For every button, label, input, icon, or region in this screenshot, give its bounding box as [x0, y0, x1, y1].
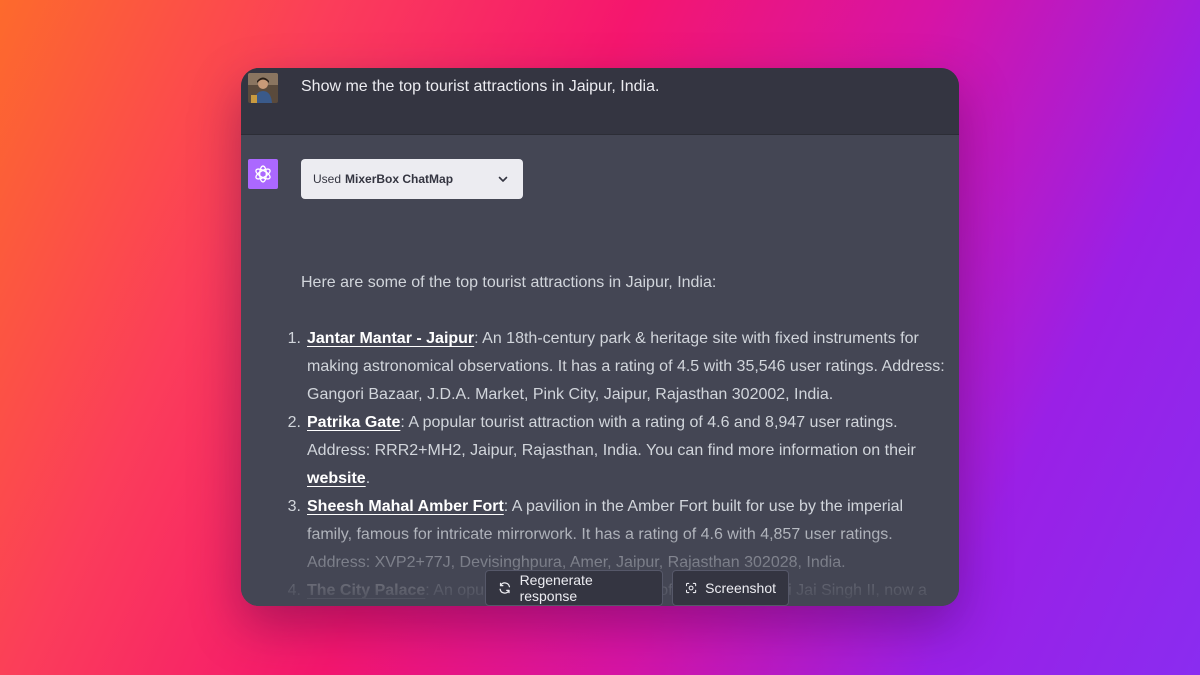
camera-icon — [685, 582, 697, 594]
plugin-name: MixerBox ChatMap — [345, 172, 454, 186]
attraction-link[interactable]: Sheesh Mahal Amber Fort — [307, 498, 504, 515]
list-number: 3. — [287, 498, 301, 515]
attraction-link[interactable]: Jantar Mantar - Jaipur — [307, 330, 474, 347]
user-message-text: Show me the top tourist attractions in J… — [301, 78, 660, 95]
user-message-row: Show me the top tourist attractions in J… — [241, 68, 959, 135]
regenerate-label: Regenerate response — [519, 572, 593, 604]
list-item: 1. Jantar Mantar - Jaipur: An 18th-centu… — [241, 325, 959, 409]
list-item: 3. Sheesh Mahal Amber Fort: A pavilion i… — [241, 493, 959, 577]
refresh-icon — [499, 582, 511, 594]
response-intro: Here are some of the top tourist attract… — [301, 274, 717, 291]
assistant-message-row: Used MixerBox ChatMap Here are some of t… — [241, 135, 959, 606]
chevron-down-icon — [498, 176, 508, 182]
chat-window: Show me the top tourist attractions in J… — [241, 68, 959, 606]
chatgpt-logo-icon — [248, 159, 278, 189]
screenshot-label: Screenshot — [705, 580, 776, 596]
regenerate-response-button[interactable]: Regenerate response — [485, 570, 663, 606]
list-item: 2. Patrika Gate: A popular tourist attra… — [241, 409, 959, 493]
sentence-end: . — [365, 470, 371, 487]
list-number: 2. — [287, 414, 301, 431]
attraction-link[interactable]: Patrika Gate — [307, 414, 400, 431]
screenshot-button[interactable]: Screenshot — [672, 570, 789, 606]
plugin-used-prefix: Used — [313, 172, 342, 186]
website-link[interactable]: website — [307, 470, 366, 487]
attraction-link[interactable]: The City Palace — [307, 582, 425, 599]
plugin-used-dropdown[interactable]: Used MixerBox ChatMap — [301, 159, 523, 199]
list-number: 1. — [287, 330, 301, 347]
list-number: 4. — [287, 582, 301, 599]
user-avatar — [248, 73, 278, 103]
attraction-list: 1. Jantar Mantar - Jaipur: An 18th-centu… — [241, 325, 959, 606]
